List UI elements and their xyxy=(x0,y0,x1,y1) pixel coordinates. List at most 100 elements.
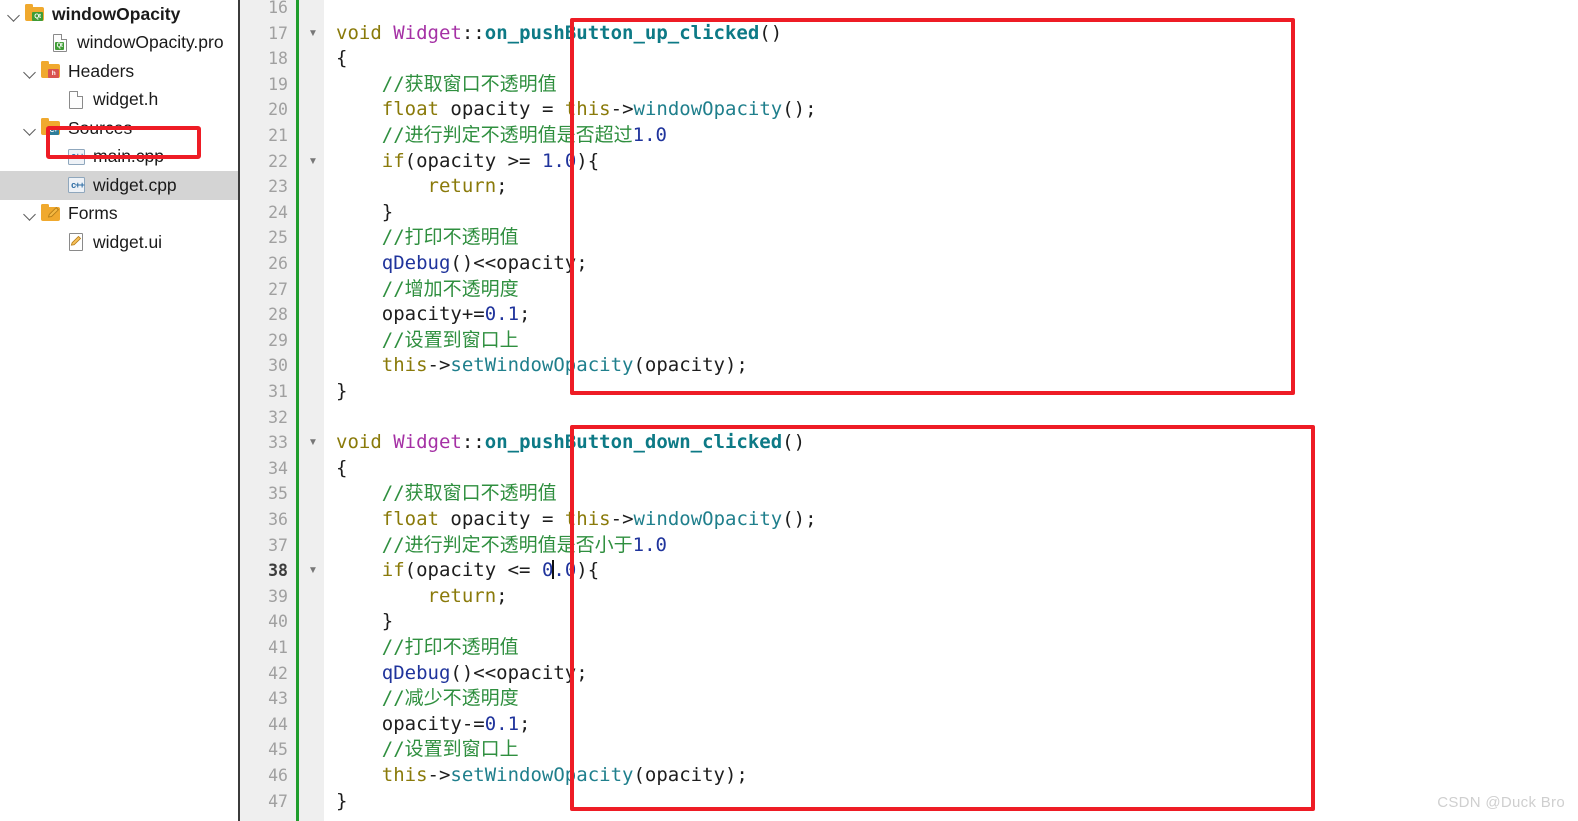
line-number: 31 xyxy=(268,382,288,401)
cpp-file-icon: c++ xyxy=(66,175,86,195)
code-line-40[interactable]: } xyxy=(336,609,393,635)
line-number: 34 xyxy=(268,458,288,478)
line-number: 41 xyxy=(268,638,288,657)
line-number: 27 xyxy=(268,279,288,299)
ui-file-icon xyxy=(66,232,86,252)
code-line-41[interactable]: //打印不透明值 xyxy=(336,635,519,661)
line-number: 40 xyxy=(268,612,288,632)
line-number: 45 xyxy=(268,740,288,760)
chevron-down-icon[interactable] xyxy=(22,63,39,80)
code-line-38[interactable]: if(opacity <= 0.0){ xyxy=(336,558,599,584)
pencil-glyph-icon xyxy=(47,206,60,219)
line-number: 30 xyxy=(268,356,288,376)
code-line-47[interactable]: } xyxy=(336,789,347,815)
line-number: 39 xyxy=(268,586,288,606)
forms-folder-icon xyxy=(41,203,61,224)
code-line-19[interactable]: //获取窗口不透明值 xyxy=(336,72,557,98)
line-number: 19 xyxy=(268,74,288,94)
line-number: 20 xyxy=(268,100,288,120)
pencil-glyph-icon xyxy=(70,235,83,248)
code-text-area[interactable]: void Widget::on_pushButton_up_clicked() … xyxy=(324,0,1578,821)
code-folding-column[interactable]: ▼ ▼ ▼ ▼ xyxy=(299,0,324,821)
sources-folder-icon: C+ xyxy=(41,118,61,138)
tree-item-widget-ui[interactable]: widget.ui xyxy=(0,228,238,257)
code-line-42[interactable]: qDebug()<<opacity; xyxy=(336,661,588,687)
line-number-current: 38 xyxy=(268,561,288,581)
tree-item-label: main.cpp xyxy=(93,146,165,166)
code-line-18[interactable]: { xyxy=(336,46,347,72)
code-line-34[interactable]: { xyxy=(336,456,347,482)
code-line-45[interactable]: //设置到窗口上 xyxy=(336,737,519,763)
code-line-26[interactable]: qDebug()<<opacity; xyxy=(336,251,588,277)
tree-item-label: Sources xyxy=(68,117,133,138)
line-number: 25 xyxy=(268,228,288,248)
line-number: 44 xyxy=(268,714,288,734)
line-number: 24 xyxy=(268,202,288,222)
headers-folder-icon: h xyxy=(41,61,61,81)
line-number: 33 xyxy=(268,433,288,453)
code-line-30[interactable]: this->setWindowOpacity(opacity); xyxy=(336,353,748,379)
line-number: 28 xyxy=(268,305,288,325)
tree-item-widget-cpp[interactable]: c++ widget.cpp xyxy=(0,171,238,200)
line-number: 37 xyxy=(268,535,288,555)
tree-item-label: Headers xyxy=(68,60,135,81)
tree-item-label: widget.h xyxy=(93,89,159,109)
tree-item-label: widget.cpp xyxy=(93,174,177,195)
line-number: 23 xyxy=(268,177,288,197)
watermark: CSDN @Duck Bro xyxy=(1437,794,1565,811)
fold-marker-icon[interactable]: ▼ xyxy=(307,430,319,456)
chevron-down-icon[interactable] xyxy=(22,205,39,222)
code-line-21[interactable]: //进行判定不透明值是否超过1.0 xyxy=(336,123,667,149)
code-line-22[interactable]: if(opacity >= 1.0){ xyxy=(336,149,599,175)
tree-item-sources[interactable]: C+ Sources xyxy=(0,114,238,143)
code-line-39[interactable]: return; xyxy=(336,584,508,610)
tree-item-windowOpacity-pro[interactable]: Qt windowOpacity.pro xyxy=(0,29,238,58)
qt-pro-file-icon: Qt xyxy=(50,33,70,53)
code-line-27[interactable]: //增加不透明度 xyxy=(336,277,519,303)
code-line-33[interactable]: void Widget::on_pushButton_down_clicked(… xyxy=(336,430,805,456)
fold-marker-icon[interactable]: ▼ xyxy=(307,558,319,584)
code-line-28[interactable]: opacity+=0.1; xyxy=(336,302,531,328)
line-number: 18 xyxy=(268,49,288,69)
code-line-25[interactable]: //打印不透明值 xyxy=(336,225,519,251)
code-line-24[interactable]: } xyxy=(336,200,393,226)
tree-item-label: widget.ui xyxy=(93,231,163,252)
line-number: 32 xyxy=(268,407,288,427)
code-line-20[interactable]: float opacity = this->windowOpacity(); xyxy=(336,97,817,123)
line-number: 29 xyxy=(268,330,288,350)
code-line-44[interactable]: opacity-=0.1; xyxy=(336,712,531,738)
tree-item-headers[interactable]: h Headers xyxy=(0,57,238,86)
chevron-down-icon[interactable] xyxy=(22,120,39,137)
code-editor[interactable]: 16 17 18 19 20 21 22 23 24 25 26 27 28 2… xyxy=(240,0,1578,821)
code-line-17[interactable]: void Widget::on_pushButton_up_clicked() xyxy=(336,21,782,47)
tree-item-windowOpacity[interactable]: Qt windowOpacity xyxy=(0,0,238,29)
line-number: 35 xyxy=(268,484,288,504)
tree-item-forms[interactable]: Forms xyxy=(0,200,238,229)
fold-marker-icon[interactable]: ▼ xyxy=(307,149,319,175)
tree-item-widget-h[interactable]: widget.h xyxy=(0,86,238,115)
line-number: 17 xyxy=(268,23,288,43)
line-number: 46 xyxy=(268,766,288,785)
tree-item-label: Forms xyxy=(68,203,118,223)
code-line-35[interactable]: //获取窗口不透明值 xyxy=(336,481,557,507)
tree-item-main-cpp[interactable]: c++ main.cpp xyxy=(0,143,238,172)
cpp-file-icon: c++ xyxy=(66,147,86,167)
code-line-31[interactable]: } xyxy=(336,379,347,405)
line-number: 16 xyxy=(268,0,288,17)
line-number: 22 xyxy=(268,151,288,171)
code-line-46[interactable]: this->setWindowOpacity(opacity); xyxy=(336,763,748,789)
code-line-29[interactable]: //设置到窗口上 xyxy=(336,328,519,354)
chevron-down-icon[interactable] xyxy=(6,6,23,23)
tree-item-label: windowOpacity xyxy=(52,3,181,24)
tree-item-label: windowOpacity.pro xyxy=(77,32,224,52)
code-line-43[interactable]: //减少不透明度 xyxy=(336,686,519,712)
fold-marker-icon[interactable]: ▼ xyxy=(307,21,319,47)
code-line-23[interactable]: return; xyxy=(336,174,508,200)
line-number: 43 xyxy=(268,689,288,709)
code-line-36[interactable]: float opacity = this->windowOpacity(); xyxy=(336,507,817,533)
project-tree-panel[interactable]: Qt windowOpacity Qt windowOpacity.pro h … xyxy=(0,0,240,821)
code-line-37[interactable]: //进行判定不透明值是否小于1.0 xyxy=(336,533,667,559)
